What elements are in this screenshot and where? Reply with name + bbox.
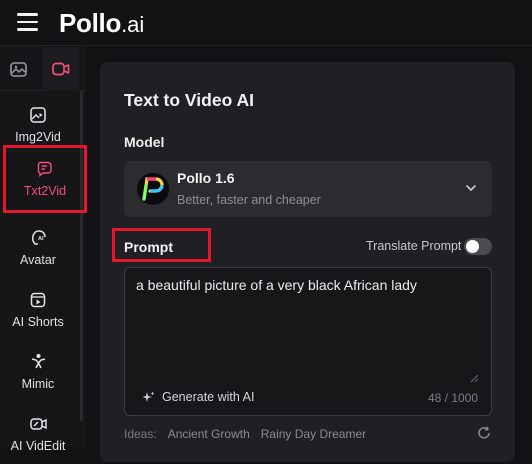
ideas-row: Ideas: Ancient Growth Rainy Day Dreamer xyxy=(124,427,366,441)
menu-icon[interactable] xyxy=(17,13,38,31)
page-title: Text to Video AI xyxy=(124,90,254,110)
tab-video[interactable] xyxy=(43,47,79,91)
logo-suffix: .ai xyxy=(121,12,145,37)
character-counter: 48 / 1000 xyxy=(428,391,479,405)
sidebar-item-ai-shorts[interactable]: AI Shorts xyxy=(0,280,76,340)
ideas-label: Ideas: xyxy=(124,427,157,441)
image-video-icon xyxy=(30,106,46,123)
shorts-icon xyxy=(30,292,46,307)
sidebar-item-ai-vidEdit[interactable]: AI VidEdit xyxy=(0,404,76,464)
avatar-icon: AI xyxy=(31,230,46,245)
translate-prompt-toggle[interactable] xyxy=(464,238,492,255)
sidebar-scrollbar[interactable] xyxy=(80,91,83,421)
sidebar-item-label: Img2Vid xyxy=(15,129,61,144)
sidebar-item-avatar[interactable]: AI Avatar xyxy=(0,218,76,278)
generate-with-ai-label: Generate with AI xyxy=(162,390,255,404)
sidebar-item-label: AI Shorts xyxy=(12,314,64,329)
logo-main: Pollo xyxy=(59,8,122,38)
sidebar-item-label: Avatar xyxy=(20,253,56,267)
prompt-label: Prompt xyxy=(124,239,173,255)
translate-prompt-label: Translate Prompt xyxy=(366,239,462,253)
sidebar-item-label: Txt2Vid xyxy=(23,183,67,198)
sidebar-item-label: AI VidEdit xyxy=(10,438,66,453)
pollo-logo-icon xyxy=(137,173,169,205)
sidebar-item-mimic[interactable]: Mimic xyxy=(0,342,76,402)
video-icon xyxy=(52,62,70,76)
model-label: Model xyxy=(124,134,165,150)
sparkle-icon xyxy=(142,391,155,402)
resize-handle-icon[interactable] xyxy=(470,374,479,383)
idea-chip[interactable]: Ancient Growth xyxy=(168,427,250,441)
mimic-icon xyxy=(31,354,45,369)
prompt-value[interactable]: a beautiful picture of a very black Afri… xyxy=(136,276,476,294)
refresh-icon[interactable] xyxy=(477,426,491,440)
sidebar-item-label: Mimic xyxy=(21,377,55,391)
model-select[interactable]: Pollo 1.6 Better, faster and cheaper xyxy=(124,161,492,217)
toggle-knob xyxy=(466,240,479,253)
image-icon xyxy=(9,61,27,77)
svg-text:AI: AI xyxy=(38,236,44,242)
idea-chip[interactable]: Rainy Day Dreamer xyxy=(261,427,366,441)
sidebar-item-txt2vid[interactable]: Txt2Vid xyxy=(3,145,87,213)
tab-image[interactable] xyxy=(0,47,36,91)
model-description: Better, faster and cheaper xyxy=(177,193,321,207)
generate-with-ai-button[interactable]: Generate with AI xyxy=(142,390,254,404)
logo[interactable]: Pollo .ai xyxy=(59,6,144,40)
video-edit-icon xyxy=(29,417,47,430)
chevron-down-icon xyxy=(466,185,476,191)
text-video-icon xyxy=(37,161,52,177)
top-bar: Pollo .ai xyxy=(0,0,532,46)
sidebar-tabs xyxy=(0,47,86,91)
model-name: Pollo 1.6 xyxy=(177,170,235,186)
